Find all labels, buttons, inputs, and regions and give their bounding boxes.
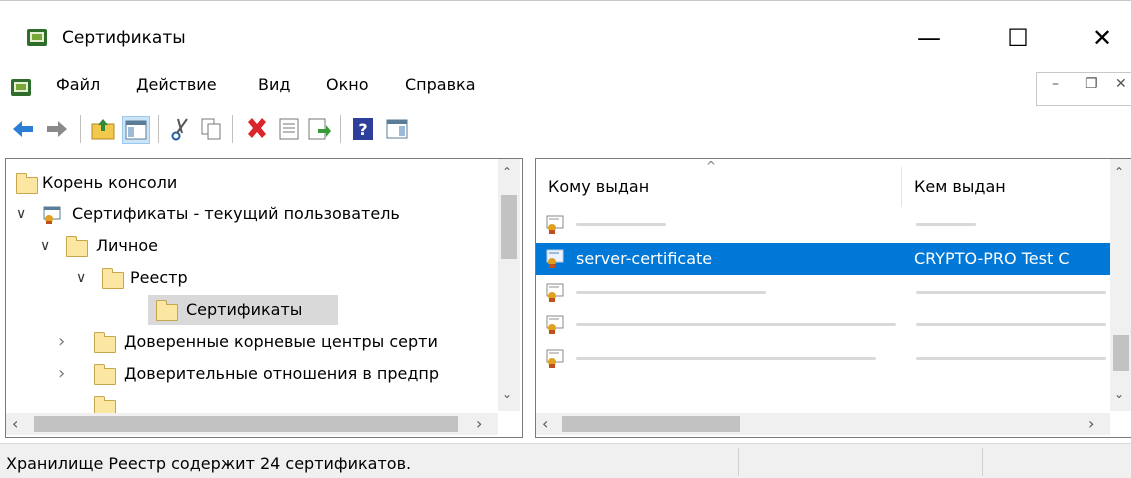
certificate-icon <box>546 315 564 334</box>
list-horizontal-scrollbar[interactable]: ‹ › <box>536 413 1110 435</box>
console-tree[interactable]: Корень консоли ∨ Сертификаты - текущий п… <box>5 158 523 438</box>
certificate-icon <box>546 349 564 368</box>
chevron-right-icon[interactable]: › <box>58 327 65 357</box>
folder-icon <box>16 173 38 194</box>
minimize-button[interactable]: — <box>905 16 953 60</box>
scrollbar-thumb[interactable] <box>34 416 458 432</box>
table-row[interactable] <box>536 277 1131 309</box>
certificate-list[interactable]: ^ Кому выдан Кем выдан server-certificat… <box>535 158 1131 438</box>
folder-icon <box>102 268 124 289</box>
tree-item-certificates[interactable]: Сертификаты <box>148 295 338 325</box>
scroll-left-icon[interactable]: ‹ <box>542 414 548 433</box>
tree-horizontal-scrollbar[interactable]: ‹ › <box>6 413 498 435</box>
tree-item-label: Сертификаты <box>186 300 303 319</box>
mdi-close-button[interactable]: ✕ <box>1115 76 1127 92</box>
scroll-right-icon[interactable]: › <box>476 414 482 433</box>
tree-item-label: Сертификаты - текущий пользователь <box>72 204 400 223</box>
toolbar-separator <box>80 115 81 143</box>
toolbar-separator <box>340 115 341 143</box>
folder-icon <box>94 332 116 353</box>
certificates-snapin-icon <box>43 206 61 224</box>
window-title: Сертификаты <box>62 28 186 48</box>
back-icon[interactable] <box>10 116 36 142</box>
toolbar-separator <box>158 115 159 143</box>
scroll-left-icon[interactable]: ‹ <box>12 414 18 433</box>
status-text: Хранилище Реестр содержит 24 сертификато… <box>6 454 412 473</box>
menu-window[interactable]: Окно <box>326 75 369 94</box>
maximize-button[interactable]: ☐ <box>994 16 1042 60</box>
scroll-up-icon[interactable]: ⌃ <box>1114 165 1124 179</box>
folder-icon <box>94 364 116 385</box>
chevron-right-icon[interactable]: › <box>58 359 65 389</box>
certificate-icon <box>546 283 564 302</box>
folder-icon <box>156 300 178 321</box>
scroll-down-icon[interactable]: ⌄ <box>1114 387 1124 401</box>
delete-icon[interactable] <box>244 116 270 142</box>
help-icon[interactable]: ? <box>350 116 376 142</box>
chevron-down-icon[interactable]: ∨ <box>40 231 50 261</box>
chevron-down-icon[interactable]: ∨ <box>16 199 26 229</box>
menu-help[interactable]: Справка <box>405 75 476 94</box>
toolbar-separator <box>232 115 233 143</box>
svg-text:?: ? <box>358 120 367 139</box>
sort-ascending-icon: ^ <box>706 159 717 173</box>
export-icon[interactable] <box>306 116 332 142</box>
up-folder-icon[interactable] <box>90 116 116 142</box>
cell-issued-to: server-certificate <box>576 249 713 268</box>
table-row[interactable] <box>536 343 1131 375</box>
certificate-icon <box>546 249 564 268</box>
forward-icon[interactable] <box>44 116 70 142</box>
status-divider <box>738 448 739 476</box>
tree-item-label: Личное <box>96 236 158 255</box>
chevron-down-icon[interactable]: ∨ <box>76 263 86 293</box>
scrollbar-thumb[interactable] <box>1113 335 1129 371</box>
list-vertical-scrollbar[interactable]: ⌃ ⌄ <box>1110 159 1131 411</box>
tree-item-label: Реестр <box>130 268 188 287</box>
column-divider[interactable] <box>901 167 902 207</box>
certificate-icon <box>546 215 564 234</box>
cut-icon[interactable] <box>168 116 194 142</box>
mmc-app-icon <box>27 29 47 46</box>
tree-item-label: Доверительные отношения в предпр <box>124 364 440 383</box>
tree-item-current-user[interactable]: ∨ Сертификаты - текущий пользователь <box>12 199 502 229</box>
copy-icon[interactable] <box>198 116 224 142</box>
scroll-right-icon[interactable]: › <box>1088 414 1094 433</box>
table-row[interactable] <box>536 209 1131 241</box>
mmc-menu-icon[interactable] <box>10 76 32 98</box>
folder-icon <box>66 236 88 257</box>
cell-issued-by: CRYPTO-PRO Test C <box>914 249 1070 268</box>
tree-vertical-scrollbar[interactable]: ⌃ ⌄ <box>498 159 520 411</box>
close-button[interactable]: ✕ <box>1078 16 1126 60</box>
mdi-minimize-button[interactable]: – <box>1052 76 1059 92</box>
tree-item-label: Корень консоли <box>42 173 178 192</box>
menu-file[interactable]: Файл <box>56 75 100 94</box>
scroll-down-icon[interactable]: ⌄ <box>502 387 512 401</box>
table-row-selected[interactable]: server-certificate CRYPTO-PRO Test C <box>536 243 1131 275</box>
tree-item-label: Доверенные корневые центры серти <box>124 332 438 351</box>
column-header-issued-to[interactable]: Кому выдан <box>548 177 649 196</box>
menu-action[interactable]: Действие <box>136 75 217 94</box>
menu-view[interactable]: Вид <box>258 75 290 94</box>
status-divider <box>982 448 983 476</box>
table-row[interactable] <box>536 309 1131 341</box>
show-hide-tree-icon[interactable] <box>122 116 150 144</box>
mdi-restore-button[interactable]: ❐ <box>1085 76 1098 92</box>
properties-icon[interactable] <box>276 116 302 142</box>
action-pane-icon[interactable] <box>384 116 410 142</box>
scrollbar-thumb[interactable] <box>562 416 740 432</box>
scroll-up-icon[interactable]: ⌃ <box>502 165 512 179</box>
scrollbar-thumb[interactable] <box>501 195 517 259</box>
column-header-issued-by[interactable]: Кем выдан <box>914 177 1006 196</box>
